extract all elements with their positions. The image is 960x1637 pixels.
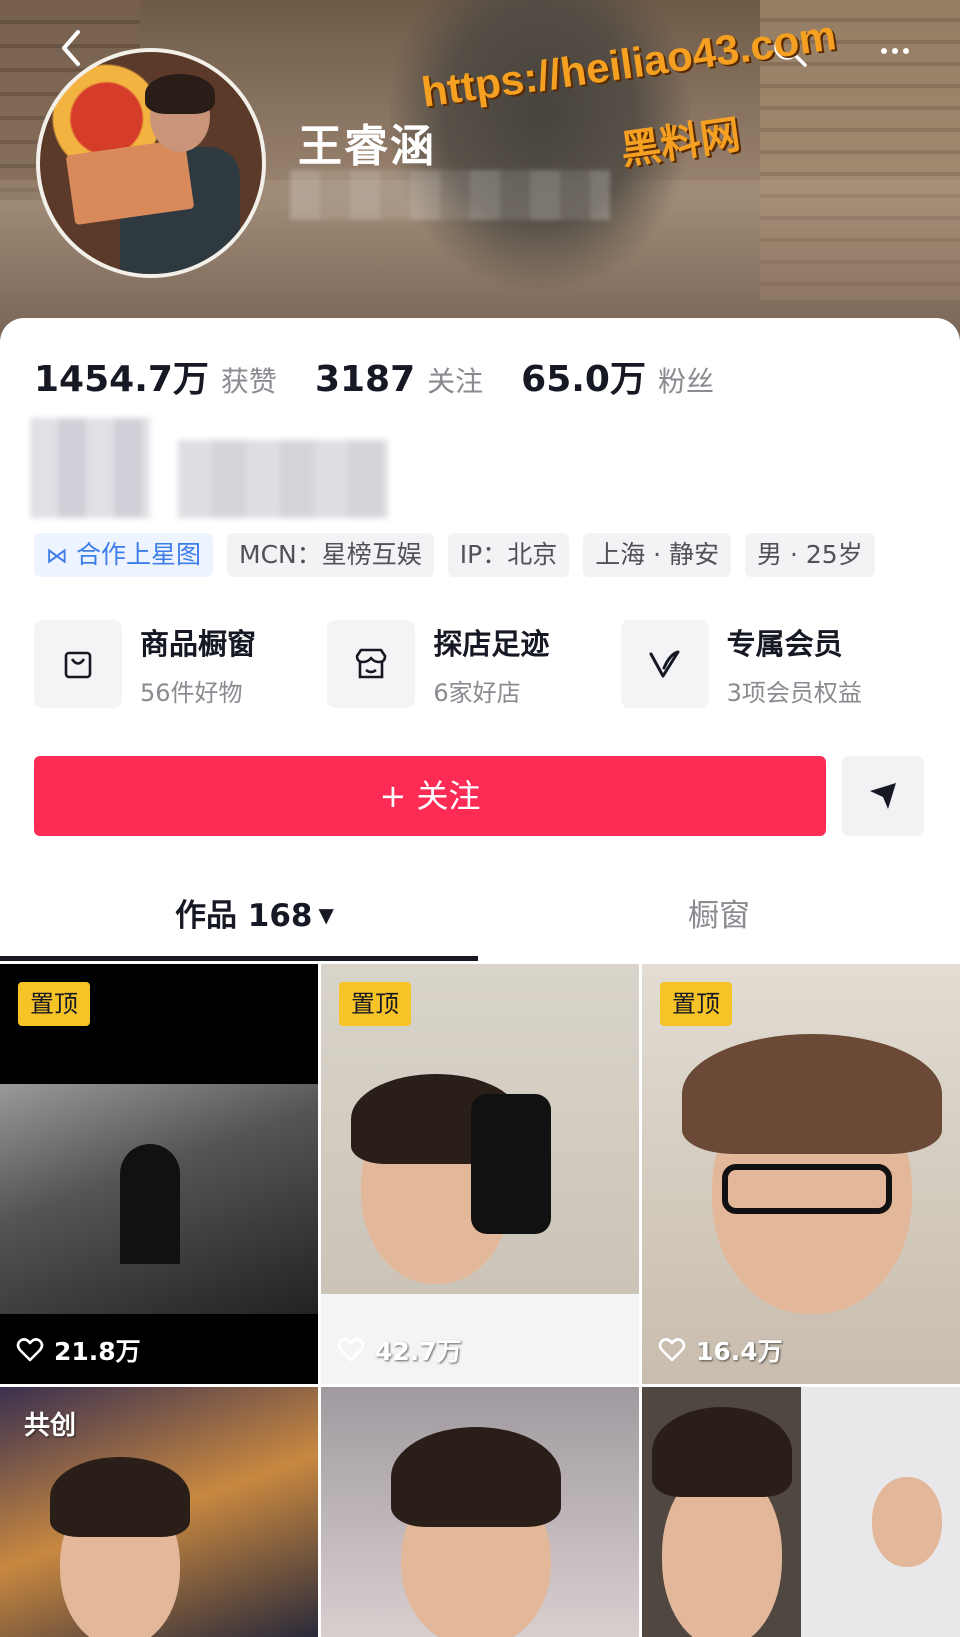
tag-star-cooperation[interactable]: ⋈ 合作上星图 — [34, 533, 214, 577]
blurred-account-id — [290, 170, 610, 220]
followers-label[interactable]: 粉丝 — [658, 360, 714, 400]
star-map-icon: ⋈ — [46, 544, 68, 569]
followers-count[interactable]: 65.0万 — [521, 350, 646, 402]
feature-title: 商品橱窗 — [140, 626, 257, 661]
caret-down-icon[interactable]: ▼ — [319, 903, 334, 927]
thumbnail-phone — [471, 1094, 551, 1234]
vip-icon — [620, 620, 709, 708]
follow-button[interactable]: + 关注 — [34, 756, 826, 836]
likes-count: 42.7万 — [375, 1337, 462, 1366]
tag-label: 合作上星图 — [76, 540, 202, 569]
store-icon — [327, 620, 416, 708]
thumbnail-hair — [652, 1407, 792, 1497]
video-tile[interactable]: 置顶 16.4万 — [642, 964, 960, 1384]
feature-title: 探店足迹 — [433, 626, 550, 661]
feature-title: 专属会员 — [726, 626, 843, 661]
avatar-hair — [145, 74, 215, 114]
likes-count: 16.4万 — [696, 1337, 783, 1366]
feature-membership[interactable]: 专属会员 3项会员权益 — [620, 620, 914, 708]
tag-ip: IP：北京 — [447, 533, 570, 577]
blurred-bio-line2 — [178, 440, 388, 518]
feature-entries: 商品橱窗 56件好物 探店足迹 6家好店 专属会员 3项会员权益 — [34, 620, 914, 708]
avatar[interactable] — [36, 48, 266, 278]
likes-count: 21.8万 — [54, 1337, 141, 1366]
thumbnail-hair — [682, 1034, 942, 1154]
following-count[interactable]: 3187 — [315, 359, 415, 400]
tag-mcn: MCN：星榜互娱 — [227, 533, 434, 577]
tag-location: 上海 · 静安 — [583, 533, 732, 577]
thumbnail-glasses — [722, 1164, 892, 1214]
send-icon — [870, 783, 896, 809]
feature-showcase[interactable]: 商品橱窗 56件好物 — [34, 620, 327, 708]
video-grid: 置顶 21.8万 置顶 42.7万 置顶 16.4万 共创 — [0, 964, 960, 1637]
pinned-badge: 置顶 — [339, 982, 411, 1026]
video-tile[interactable]: 置顶 21.8万 — [0, 964, 318, 1384]
feature-store-visits[interactable]: 探店足迹 6家好店 — [327, 620, 620, 708]
video-tile[interactable] — [642, 1387, 960, 1637]
video-likes: 16.4万 — [658, 1332, 783, 1368]
feature-subtitle: 6家好店 — [433, 678, 521, 707]
co-create-badge: 共创 — [24, 1411, 77, 1441]
likes-label: 获赞 — [220, 365, 277, 398]
share-button[interactable] — [842, 756, 924, 836]
more-icon[interactable] — [880, 36, 910, 66]
tab-works-label: 作品 168 — [175, 898, 313, 934]
video-tile[interactable]: 共创 — [0, 1387, 318, 1637]
video-tile[interactable] — [321, 1387, 639, 1637]
feature-subtitle: 3项会员权益 — [726, 678, 862, 707]
tab-active-indicator — [0, 956, 478, 961]
profile-tags: ⋈ 合作上星图 MCN：星榜互娱 IP：北京 上海 · 静安 男 · 25岁 — [34, 533, 875, 577]
feature-subtitle: 56件好物 — [140, 678, 243, 707]
pinned-badge: 置顶 — [660, 982, 732, 1026]
video-tile[interactable]: 置顶 42.7万 — [321, 964, 639, 1384]
heart-icon — [658, 1338, 686, 1362]
chevron-left-icon[interactable] — [52, 26, 92, 70]
tab-works[interactable]: 作品 168 ▼ — [175, 890, 334, 935]
thumbnail-face-2 — [872, 1477, 942, 1567]
blurred-bio-line1 — [30, 418, 150, 518]
thumbnail-person — [120, 1144, 180, 1264]
pinned-badge: 置顶 — [18, 982, 90, 1026]
following-label[interactable]: 关注 — [427, 360, 483, 400]
video-thumbnail — [0, 1084, 318, 1314]
content-tabs: 作品 168 ▼ 橱窗 — [0, 880, 960, 962]
heart-icon — [337, 1338, 365, 1362]
tab-showcase[interactable]: 橱窗 — [688, 890, 750, 935]
heart-icon — [16, 1338, 44, 1362]
likes-count: 1454.7万 — [34, 359, 209, 400]
tag-gender-age: 男 · 25岁 — [745, 533, 875, 577]
video-likes: 42.7万 — [337, 1332, 462, 1368]
profile-header: 王睿涵 https://heiliao43.com 黑料网 — [0, 0, 960, 340]
profile-stats: 1454.7万 获赞 3187 关注 65.0万 粉丝 — [34, 350, 752, 400]
username: 王睿涵 — [298, 121, 436, 172]
thumbnail-hair — [391, 1427, 561, 1527]
video-likes: 21.8万 — [16, 1332, 141, 1368]
thumbnail-hair — [50, 1457, 190, 1537]
shopping-bag-icon — [34, 620, 122, 708]
